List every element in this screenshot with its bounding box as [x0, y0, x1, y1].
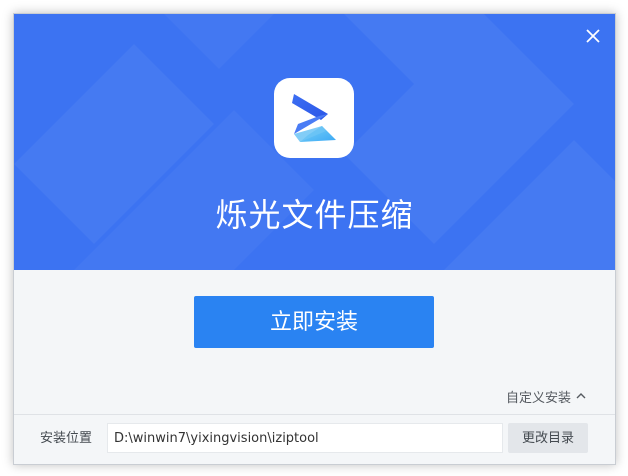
install-now-button[interactable]: 立即安装: [194, 296, 434, 348]
custom-install-label: 自定义安装: [505, 390, 571, 406]
install-path-input[interactable]: [107, 423, 503, 453]
install-location-label: 安装位置: [40, 431, 93, 446]
custom-install-toggle[interactable]: 自定义安装: [506, 386, 587, 406]
app-title: 烁光文件压缩: [215, 196, 414, 234]
app-logo: [274, 78, 354, 158]
close-icon: [586, 29, 600, 43]
change-directory-button[interactable]: 更改目录: [508, 423, 588, 453]
chevron-up-icon: [576, 393, 586, 399]
lightning-z-logo-icon: [292, 94, 336, 142]
footer-divider: [14, 414, 615, 415]
installer-window: 烁光文件压缩 立即安装 自定义安装 安装位置 更改目录: [13, 13, 616, 465]
close-button[interactable]: [583, 26, 603, 46]
header-banner: 烁光文件压缩: [14, 14, 615, 270]
